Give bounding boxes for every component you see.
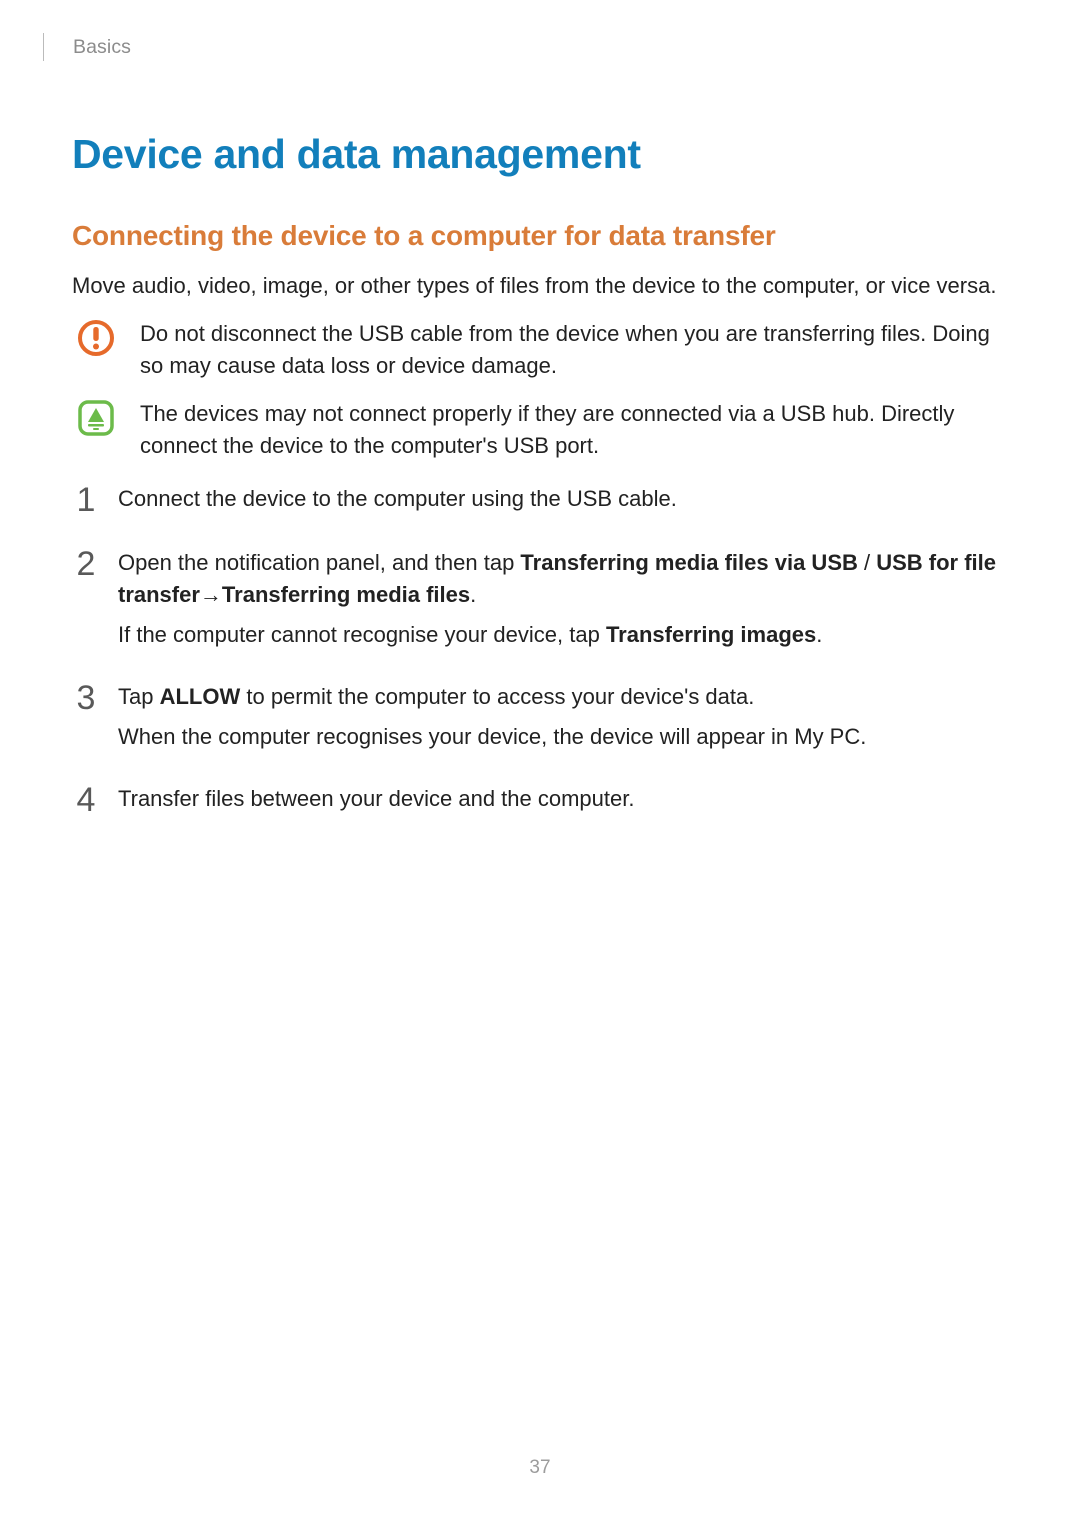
step-paragraph: Connect the device to the computer using… bbox=[118, 483, 1008, 515]
step-number: 1 bbox=[72, 483, 100, 517]
step-paragraph: Open the notification panel, and then ta… bbox=[118, 547, 1008, 611]
step: 2 Open the notification panel, and then t… bbox=[72, 547, 1008, 651]
step-paragraph: Transfer files between your device and t… bbox=[118, 783, 1008, 815]
bold-run: Transferring media files bbox=[222, 582, 470, 607]
bold-run: ALLOW bbox=[160, 684, 241, 709]
step-paragraph: When the computer recognises your device… bbox=[118, 721, 1008, 753]
step-body: Transfer files between your device and t… bbox=[118, 783, 1008, 815]
page-title: Device and data management bbox=[72, 131, 1008, 178]
callout-warning: Do not disconnect the USB cable from the… bbox=[72, 318, 1008, 382]
text-run: When the computer recognises your device… bbox=[118, 724, 866, 749]
warning-exclaim-icon bbox=[72, 318, 120, 366]
step-body: Open the notification panel, and then ta… bbox=[118, 547, 1008, 651]
step-body: Connect the device to the computer using… bbox=[118, 483, 1008, 515]
text-run: Tap bbox=[118, 684, 160, 709]
text-run: Transfer files between your device and t… bbox=[118, 786, 634, 811]
page-header: Basics bbox=[43, 33, 1008, 61]
step-body: Tap ALLOW to permit the computer to acce… bbox=[118, 681, 1008, 753]
bold-run: Transferring images bbox=[606, 622, 816, 647]
step-paragraph: If the computer cannot recognise your de… bbox=[118, 619, 1008, 651]
callout-warning-text: Do not disconnect the USB cable from the… bbox=[140, 318, 1008, 382]
document-page: Basics Device and data management Connec… bbox=[0, 0, 1080, 1527]
section-label: Basics bbox=[73, 36, 131, 59]
intro-paragraph: Move audio, video, image, or other types… bbox=[72, 270, 1008, 302]
step-list: 1 Connect the device to the computer usin… bbox=[72, 483, 1008, 816]
text-run: / bbox=[858, 550, 876, 575]
note-bell-icon bbox=[72, 398, 120, 446]
callout-note: The devices may not connect properly if … bbox=[72, 398, 1008, 462]
arrow-run: → bbox=[200, 579, 222, 611]
text-run: Open the notification panel, and then ta… bbox=[118, 550, 520, 575]
text-run: . bbox=[470, 582, 476, 607]
step-paragraph: Tap ALLOW to permit the computer to acce… bbox=[118, 681, 1008, 713]
text-run: to permit the computer to access your de… bbox=[240, 684, 754, 709]
step: 3 Tap ALLOW to permit the computer to acc… bbox=[72, 681, 1008, 753]
text-run: If the computer cannot recognise your de… bbox=[118, 622, 606, 647]
page-subtitle: Connecting the device to a computer for … bbox=[72, 220, 1008, 252]
step-number: 3 bbox=[72, 681, 100, 715]
text-run: Connect the device to the computer using… bbox=[118, 486, 677, 511]
step-number: 2 bbox=[72, 547, 100, 581]
step: 4 Transfer files between your device and … bbox=[72, 783, 1008, 817]
bold-run: Transferring media files via USB bbox=[520, 550, 857, 575]
step-number: 4 bbox=[72, 783, 100, 817]
page-number: 37 bbox=[0, 1457, 1080, 1479]
callout-note-text: The devices may not connect properly if … bbox=[140, 398, 1008, 462]
text-run: . bbox=[816, 622, 822, 647]
step: 1 Connect the device to the computer usin… bbox=[72, 483, 1008, 517]
